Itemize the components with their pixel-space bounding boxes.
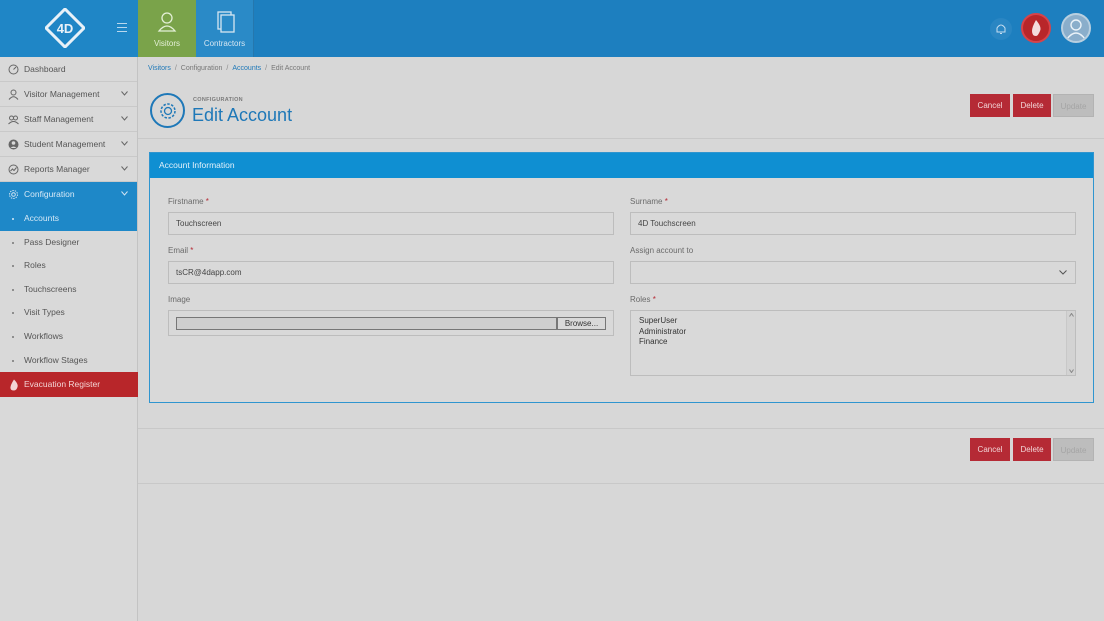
roles-label: Roles * bbox=[630, 295, 656, 304]
email-field[interactable]: tsCR@4dapp.com bbox=[168, 261, 614, 284]
breadcrumb-configuration: Configuration bbox=[180, 65, 223, 72]
firstname-field[interactable]: Touchscreen bbox=[168, 212, 614, 235]
sidebar-subitem-roles[interactable]: Roles bbox=[0, 254, 137, 278]
assign-account-select[interactable] bbox=[630, 261, 1076, 284]
evacuation-alert-button[interactable] bbox=[1021, 13, 1051, 43]
sidebar-item-label: Visitor Management bbox=[24, 89, 100, 99]
surname-field[interactable]: 4D Touchscreen bbox=[630, 212, 1076, 235]
configuration-submenu: Accounts Pass Designer Roles Touchscreen… bbox=[0, 207, 137, 373]
panel-title: Account Information bbox=[150, 153, 1093, 178]
account-information-panel: Account Information Firstname * Touchscr… bbox=[149, 152, 1094, 403]
role-option-administrator[interactable]: Administrator bbox=[639, 327, 1067, 338]
sidebar-subitem-workflow-stages[interactable]: Workflow Stages bbox=[0, 349, 137, 373]
roles-scrollbar[interactable] bbox=[1066, 311, 1075, 375]
assign-account-label: Assign account to bbox=[630, 246, 694, 255]
sidebar-item-staff-management[interactable]: Staff Management bbox=[0, 107, 137, 132]
4d-logo[interactable]: 4D bbox=[45, 8, 85, 48]
sidebar-subitem-workflows[interactable]: Workflows bbox=[0, 325, 137, 349]
delete-button-top[interactable]: Delete bbox=[1013, 94, 1051, 117]
flame-icon bbox=[1032, 20, 1041, 36]
topnav-contractors[interactable]: Contractors bbox=[196, 0, 254, 57]
chevron-down-icon bbox=[121, 191, 128, 196]
sidebar-subitem-touchscreens[interactable]: Touchscreens bbox=[0, 278, 137, 302]
breadcrumb: Visitors / Configuration / Accounts / Edit Acc… bbox=[148, 65, 311, 72]
sidebar-item-evacuation-register[interactable]: Evacuation Register bbox=[0, 372, 138, 397]
sidebar-item-label: Evacuation Register bbox=[24, 379, 101, 389]
cancel-button-top[interactable]: Cancel bbox=[970, 94, 1010, 117]
surname-label: Surname * bbox=[630, 197, 668, 206]
top-bar: 4D Visitors Contractors bbox=[0, 0, 1104, 57]
sidebar-item-label: Dashboard bbox=[24, 64, 66, 74]
browse-button[interactable]: Browse... bbox=[557, 317, 606, 330]
document-icon bbox=[217, 11, 235, 33]
sidebar-item-dashboard[interactable]: Dashboard bbox=[0, 57, 137, 82]
update-button-top[interactable]: Update bbox=[1053, 94, 1094, 117]
group-icon bbox=[8, 115, 19, 125]
scroll-down-icon[interactable] bbox=[1069, 369, 1074, 373]
sidebar-item-label: Configuration bbox=[24, 189, 75, 199]
flame-icon bbox=[10, 379, 18, 391]
cancel-button-bottom[interactable]: Cancel bbox=[970, 438, 1010, 461]
breadcrumb-accounts[interactable]: Accounts bbox=[232, 65, 261, 72]
sidebar-item-visitor-management[interactable]: Visitor Management bbox=[0, 82, 137, 107]
image-upload: Browse... bbox=[168, 310, 614, 336]
scroll-up-icon[interactable] bbox=[1069, 313, 1074, 317]
roles-listbox[interactable]: SuperUser Administrator Finance bbox=[630, 310, 1076, 376]
menu-toggle-icon[interactable] bbox=[117, 23, 127, 32]
chevron-down-icon bbox=[121, 141, 128, 146]
sidebar-subitem-accounts[interactable]: Accounts bbox=[0, 207, 137, 231]
notifications-bell-icon[interactable] bbox=[990, 18, 1012, 40]
student-icon bbox=[8, 139, 19, 150]
sidebar-item-configuration[interactable]: Configuration bbox=[0, 182, 137, 207]
configuration-gear-icon bbox=[150, 93, 185, 128]
role-option-finance[interactable]: Finance bbox=[639, 337, 1067, 348]
breadcrumb-current: Edit Account bbox=[271, 65, 311, 72]
sidebar-item-label: Reports Manager bbox=[24, 164, 90, 174]
dashboard-icon bbox=[8, 64, 19, 75]
divider bbox=[138, 483, 1104, 484]
sidebar: Dashboard Visitor Management Staff Manag… bbox=[0, 57, 138, 621]
topnav-contractors-label: Contractors bbox=[203, 39, 246, 48]
visitor-icon bbox=[157, 12, 177, 32]
sidebar-item-label: Staff Management bbox=[24, 114, 94, 124]
breadcrumb-visitors[interactable]: Visitors bbox=[148, 65, 171, 72]
gear-icon bbox=[9, 190, 18, 199]
sidebar-item-student-management[interactable]: Student Management bbox=[0, 132, 137, 157]
person-icon bbox=[8, 89, 19, 100]
page-kicker: CONFIGURATION bbox=[193, 97, 243, 103]
chevron-down-icon bbox=[1059, 270, 1067, 275]
divider bbox=[138, 428, 1104, 429]
logo-area: 4D bbox=[0, 0, 138, 57]
chart-icon bbox=[8, 164, 19, 175]
topnav-visitors-label: Visitors bbox=[153, 39, 181, 48]
role-option-superuser[interactable]: SuperUser bbox=[639, 316, 1067, 327]
image-label: Image bbox=[168, 295, 191, 304]
sidebar-item-label: Student Management bbox=[24, 139, 106, 149]
email-label: Email * bbox=[168, 246, 194, 255]
chevron-down-icon bbox=[121, 91, 128, 96]
file-path-input[interactable] bbox=[176, 317, 557, 330]
update-button-bottom[interactable]: Update bbox=[1053, 438, 1094, 461]
sidebar-item-reports-manager[interactable]: Reports Manager bbox=[0, 157, 137, 182]
chevron-down-icon bbox=[121, 166, 128, 171]
firstname-label: Firstname * bbox=[168, 197, 209, 206]
user-avatar[interactable] bbox=[1061, 13, 1091, 43]
delete-button-bottom[interactable]: Delete bbox=[1013, 438, 1051, 461]
page-title: Edit Account bbox=[192, 105, 293, 125]
svg-text:4D: 4D bbox=[57, 21, 74, 36]
chevron-down-icon bbox=[121, 116, 128, 121]
sidebar-subitem-pass-designer[interactable]: Pass Designer bbox=[0, 231, 137, 255]
topnav-visitors[interactable]: Visitors bbox=[138, 0, 196, 57]
page-header: CONFIGURATION Edit Account bbox=[138, 83, 1104, 139]
sidebar-subitem-visit-types[interactable]: Visit Types bbox=[0, 301, 137, 325]
